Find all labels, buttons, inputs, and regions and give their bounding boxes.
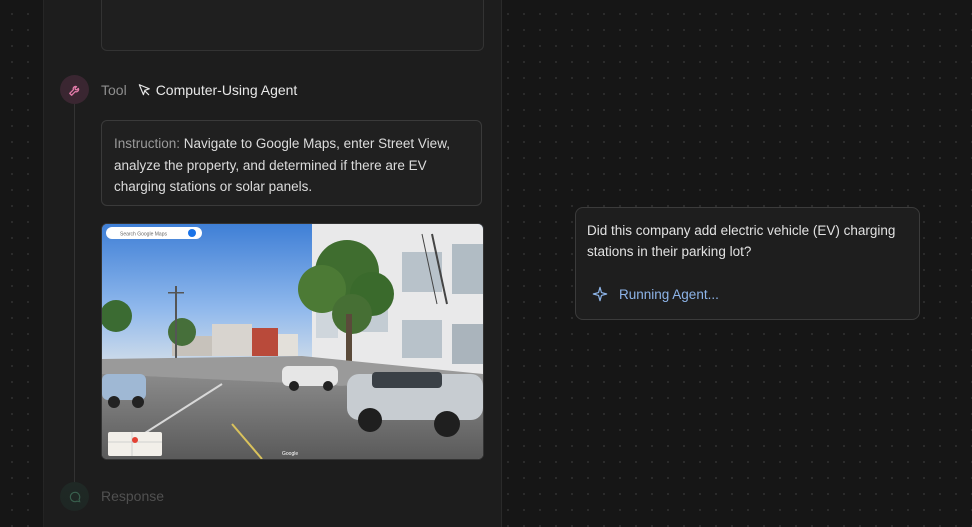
maps-search-placeholder: Search Google Maps: [120, 232, 167, 238]
instruction-prefix: Instruction:: [114, 136, 181, 151]
wrench-icon: [60, 75, 89, 104]
agent-status: Running Agent...: [592, 286, 719, 302]
chat-bubble-icon: [60, 482, 89, 511]
cursor-icon: [137, 83, 151, 97]
agent-name: Computer-Using Agent: [155, 82, 298, 98]
sparkle-icon: [592, 286, 608, 302]
tool-label: Tool: [101, 82, 127, 98]
instruction-card: Instruction: Navigate to Google Maps, en…: [101, 120, 482, 206]
tool-step-header: Tool Computer-Using Agent: [101, 80, 297, 100]
response-label: Response: [101, 488, 165, 504]
maps-watermark: Google: [282, 451, 298, 457]
street-view-screenshot: Search Google Maps Google: [101, 223, 484, 460]
timeline-connector: [74, 104, 75, 484]
user-query-card: Did this company add electric vehicle (E…: [575, 207, 920, 320]
status-text: Running Agent...: [619, 286, 719, 302]
previous-step-card: [101, 0, 484, 51]
user-question: Did this company add electric vehicle (E…: [587, 223, 896, 259]
